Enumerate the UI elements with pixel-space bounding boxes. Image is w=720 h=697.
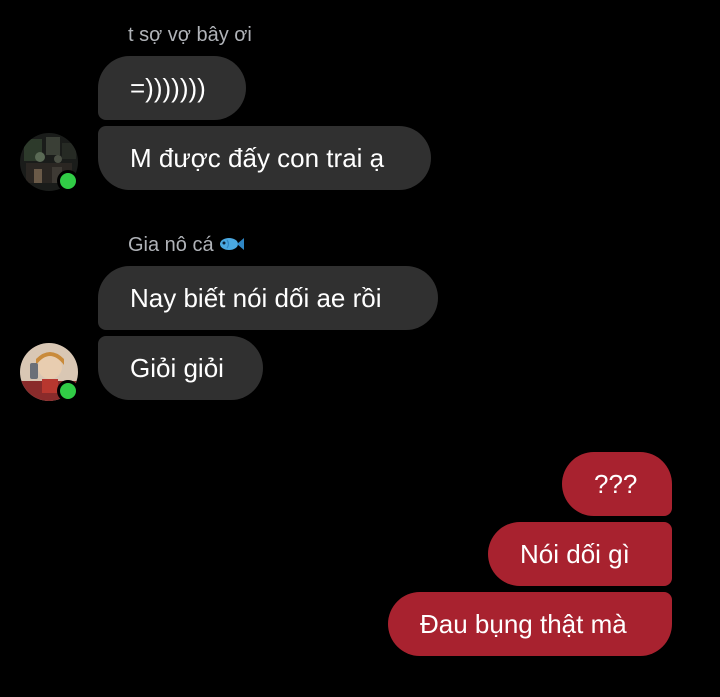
sender-name-text: Gia nô cá [128, 234, 214, 256]
sender-name: Gia nô cá [128, 233, 244, 258]
sender-name: t sợ vợ bây ơi [128, 23, 252, 47]
avatar[interactable] [20, 133, 79, 192]
message-bubble-incoming[interactable]: Giỏi giỏi [98, 336, 263, 400]
avatar[interactable] [20, 343, 79, 402]
message-bubble-outgoing[interactable]: Nói dối gì [488, 522, 672, 586]
message-bubble-incoming[interactable]: Nay biết nói dối ae rồi [98, 266, 438, 330]
message-text: Đau bụng thật mà [420, 608, 627, 639]
message-text: =))))))) [130, 72, 206, 103]
message-text: ??? [594, 468, 638, 499]
message-text: Nay biết nói dối ae rồi [130, 282, 382, 313]
message-text: Giỏi giỏi [130, 352, 224, 383]
message-text: M được đấy con trai ạ [130, 142, 385, 173]
message-bubble-outgoing[interactable]: ??? [562, 452, 672, 516]
message-bubble-outgoing[interactable]: Đau bụng thật mà [388, 592, 672, 656]
fish-icon [218, 234, 244, 258]
online-status-indicator [57, 170, 79, 192]
online-status-indicator [57, 380, 79, 402]
sender-name-text: t sợ vợ bây ơi [128, 24, 252, 46]
message-text: Nói dối gì [520, 538, 630, 569]
message-bubble-incoming[interactable]: M được đấy con trai ạ [98, 126, 431, 190]
message-bubble-incoming[interactable]: =))))))) [98, 56, 246, 120]
